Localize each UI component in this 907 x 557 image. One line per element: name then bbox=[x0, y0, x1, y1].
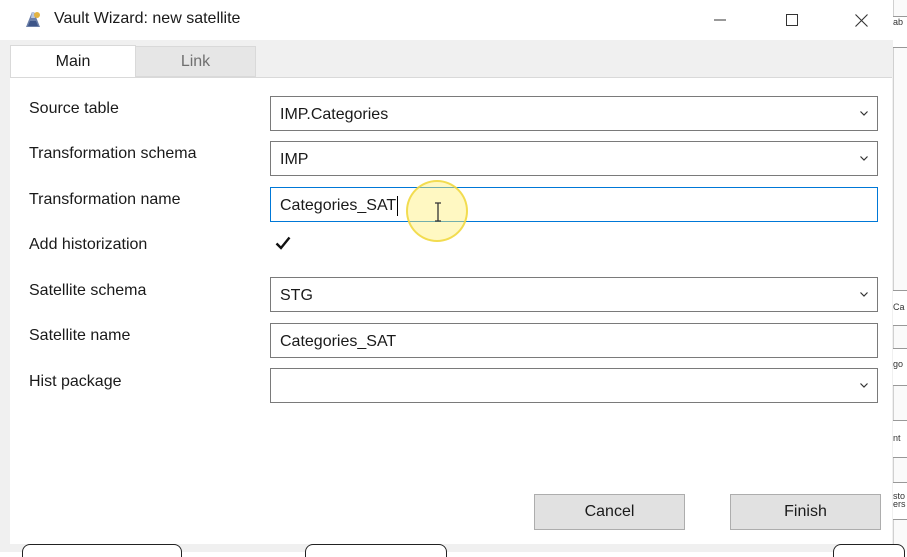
background-button bbox=[22, 544, 182, 557]
cancel-button[interactable]: Cancel bbox=[534, 494, 685, 530]
background-fragment: sto ers bbox=[893, 482, 907, 520]
checkmark-icon bbox=[275, 236, 291, 250]
add-historization-checkbox[interactable] bbox=[274, 234, 292, 252]
text-cursor-icon bbox=[435, 202, 441, 222]
transformation-name-label: Transformation name bbox=[29, 191, 181, 208]
text-caret bbox=[397, 196, 398, 216]
satellite-name-label: Satellite name bbox=[29, 327, 131, 344]
vault-wizard-app-icon bbox=[22, 9, 44, 29]
transformation-schema-value: IMP bbox=[280, 151, 309, 168]
minimize-icon bbox=[714, 19, 726, 21]
satellite-schema-value: STG bbox=[280, 287, 313, 304]
finish-button[interactable]: Finish bbox=[730, 494, 881, 530]
hist-package-label: Hist package bbox=[29, 373, 122, 390]
close-button[interactable] bbox=[829, 0, 893, 40]
transformation-name-input[interactable]: Categories_SAT bbox=[270, 187, 878, 222]
close-icon bbox=[854, 13, 868, 27]
background-fragment: go bbox=[893, 348, 907, 386]
transformation-name-value: Categories_SAT bbox=[280, 197, 397, 214]
window-title: Vault Wizard: new satellite bbox=[54, 10, 241, 27]
chevron-down-icon bbox=[860, 383, 868, 388]
source-table-value: IMP.Categories bbox=[280, 106, 389, 123]
title-bar[interactable]: Vault Wizard: new satellite bbox=[0, 0, 893, 40]
chevron-down-icon bbox=[860, 111, 868, 116]
chevron-down-icon bbox=[860, 156, 868, 161]
source-table-label: Source table bbox=[29, 100, 119, 117]
satellite-schema-select[interactable]: STG bbox=[270, 277, 878, 312]
satellite-schema-label: Satellite schema bbox=[29, 282, 147, 299]
maximize-button[interactable] bbox=[760, 0, 824, 40]
background-fragment: ab bbox=[893, 16, 907, 48]
satellite-name-input[interactable]: Categories_SAT bbox=[270, 323, 878, 358]
source-table-select[interactable]: IMP.Categories bbox=[270, 96, 878, 131]
hist-package-select[interactable] bbox=[270, 368, 878, 403]
background-window bbox=[893, 0, 907, 552]
background-button bbox=[833, 544, 905, 557]
vault-wizard-dialog: Vault Wizard: new satellite Main Link So… bbox=[0, 0, 893, 552]
tab-main[interactable]: Main bbox=[10, 45, 136, 78]
add-historization-label: Add historization bbox=[29, 236, 148, 253]
background-fragment: nt bbox=[893, 420, 907, 458]
minimize-button[interactable] bbox=[688, 0, 752, 40]
transformation-schema-label: Transformation schema bbox=[29, 145, 197, 162]
tab-link[interactable]: Link bbox=[136, 46, 256, 77]
satellite-name-value: Categories_SAT bbox=[280, 333, 397, 350]
background-button bbox=[305, 544, 447, 557]
background-fragment: Ca bbox=[893, 290, 907, 326]
maximize-icon bbox=[786, 14, 798, 26]
chevron-down-icon bbox=[860, 292, 868, 297]
transformation-schema-select[interactable]: IMP bbox=[270, 141, 878, 176]
